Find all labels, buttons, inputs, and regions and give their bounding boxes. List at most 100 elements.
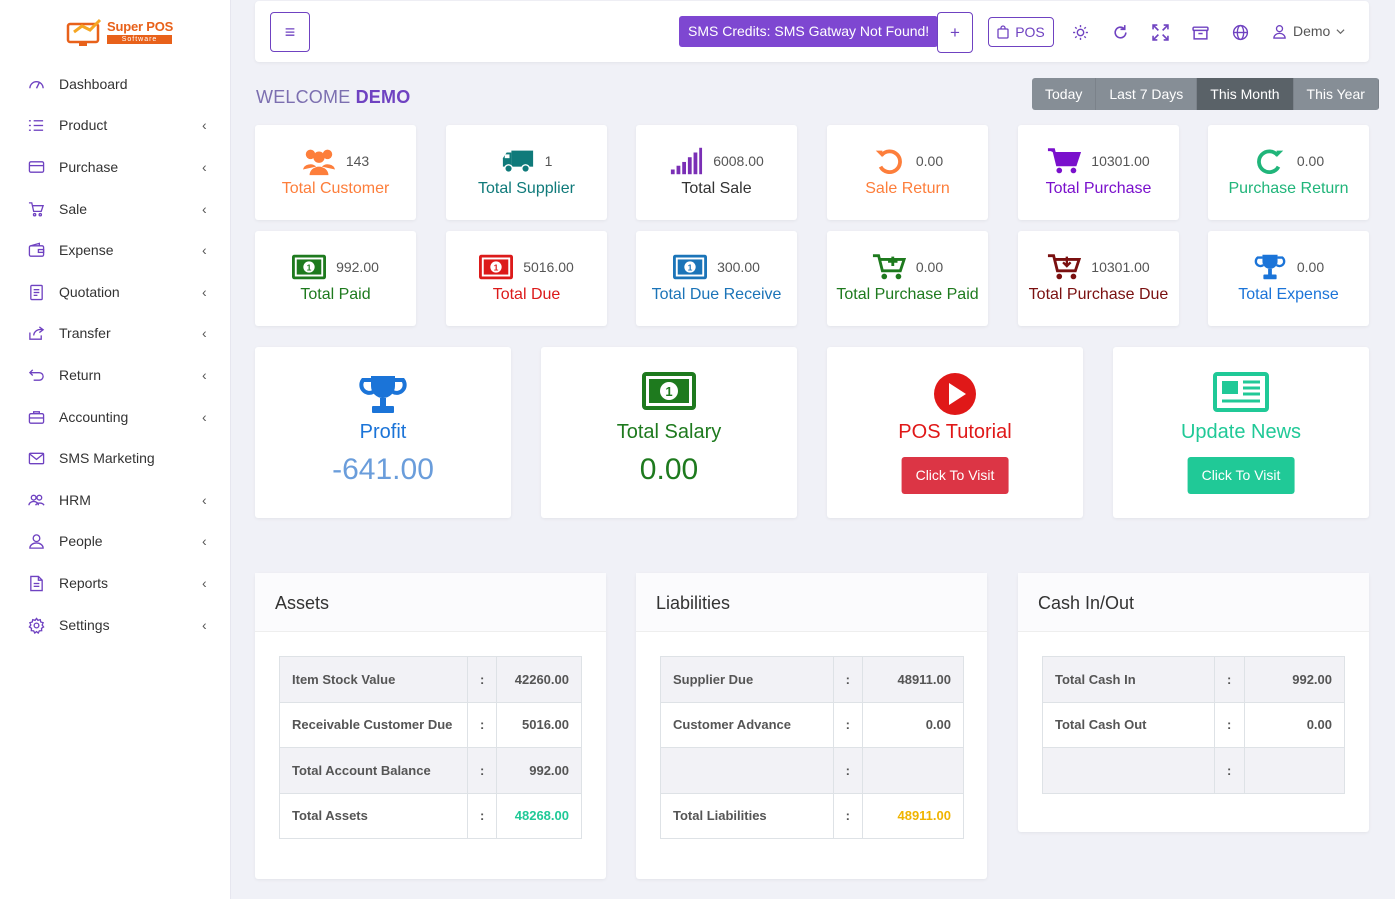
sidebar-item-dashboard[interactable]: Dashboard xyxy=(0,63,231,105)
cash-panel: Cash In/Out Total Cash In:992.00 Total Ca… xyxy=(1018,573,1369,832)
briefcase-icon xyxy=(28,410,45,424)
menu-toggle-button[interactable]: ≡ xyxy=(270,12,310,52)
sidebar-item-product[interactable]: Product ‹ xyxy=(0,105,231,147)
range-today-button[interactable]: Today xyxy=(1032,78,1097,110)
assets-title: Assets xyxy=(255,573,606,632)
sidebar-item-label: Accounting xyxy=(59,408,129,425)
liabilities-panel: Liabilities Supplier Due:48911.00 Custome… xyxy=(636,573,987,879)
logo-brand: Super POS xyxy=(107,19,174,34)
sidebar-item-label: Transfer xyxy=(59,325,111,342)
sidebar-item-sms-marketing[interactable]: SMS Marketing xyxy=(0,437,231,479)
dashboard-icon xyxy=(29,80,44,89)
share-icon xyxy=(29,326,45,341)
list-icon xyxy=(28,120,44,132)
news-visit-button[interactable]: Click To Visit xyxy=(1187,457,1295,494)
row-separator: : xyxy=(832,792,863,839)
table-row: : xyxy=(1042,747,1346,794)
svg-text:1: 1 xyxy=(665,384,672,399)
stat-value: 992.00 xyxy=(336,259,379,275)
sidebar-item-expense[interactable]: Expense ‹ xyxy=(0,229,231,271)
cart-plus-icon xyxy=(872,252,906,282)
row-label: Receivable Customer Due xyxy=(278,701,469,748)
table-row: Customer Advance:0.00 xyxy=(660,701,965,748)
row-label: Supplier Due xyxy=(660,656,834,703)
row-separator: : xyxy=(467,656,498,703)
stat-card-sale-return: 0.00 Sale Return xyxy=(827,125,988,220)
row-separator: : xyxy=(832,656,863,703)
chevron-left-icon: ‹ xyxy=(202,325,207,342)
sidebar-item-return[interactable]: Return ‹ xyxy=(0,354,231,396)
sidebar-item-settings[interactable]: Settings ‹ xyxy=(0,604,231,646)
stat-card-total-purchase-paid: 0.00 Total Purchase Paid xyxy=(827,231,988,326)
sidebar-item-label: Purchase xyxy=(59,158,119,175)
stat-card-total-purchase: 10301.00 Total Purchase xyxy=(1018,125,1179,220)
chevron-left-icon: ‹ xyxy=(202,616,207,633)
chevron-left-icon: ‹ xyxy=(202,242,207,259)
stat-value: 0.00 xyxy=(1296,153,1325,169)
stat-card-total-sale: 6008.00 Total Sale xyxy=(636,125,797,220)
salary-card: 1 Total Salary 0.00 xyxy=(541,347,797,518)
range-this-month-button[interactable]: This Month xyxy=(1197,78,1294,110)
table-row: Receivable Customer Due:5016.00 xyxy=(278,701,582,748)
sidebar-item-hrm[interactable]: HRM ‹ xyxy=(0,479,231,521)
sidebar-item-label: Return xyxy=(59,366,102,383)
user-icon xyxy=(29,534,44,550)
svg-text:1: 1 xyxy=(494,262,499,272)
stat-label: Purchase Return xyxy=(1228,180,1349,197)
sidebar-item-purchase[interactable]: Purchase ‹ xyxy=(0,146,231,188)
archive-icon[interactable] xyxy=(1192,24,1209,41)
signal-bars-icon xyxy=(669,146,703,176)
welcome-prefix: WELCOME xyxy=(256,87,356,107)
sms-credits-button[interactable]: SMS Credits: SMS Gatway Not Found! xyxy=(679,16,939,47)
range-this-year-button[interactable]: This Year xyxy=(1293,78,1379,110)
range-last-7-days-button[interactable]: Last 7 Days xyxy=(1096,78,1198,110)
fullscreen-icon[interactable] xyxy=(1152,24,1169,41)
user-menu[interactable]: Demo xyxy=(1272,23,1345,39)
table-row: Total Liabilities:48911.00 xyxy=(660,792,965,839)
row-value: 48911.00 xyxy=(861,656,965,703)
tutorial-visit-button[interactable]: Click To Visit xyxy=(901,457,1009,494)
stat-label: Total Expense xyxy=(1238,286,1339,303)
users-icon xyxy=(28,494,45,506)
table-row: Total Cash Out:0.00 xyxy=(1042,701,1346,748)
news-title: Update News xyxy=(1180,421,1302,443)
sun-icon[interactable] xyxy=(1072,24,1089,41)
stat-label: Total Customer xyxy=(281,180,390,197)
row-label: Customer Advance xyxy=(660,701,834,748)
salary-title: Total Salary xyxy=(616,421,722,443)
sidebar: Super POS Software Dashboard Product ‹ Purc… xyxy=(0,0,231,899)
money-icon: 1 xyxy=(292,252,327,282)
refresh-icon[interactable] xyxy=(1112,24,1129,41)
sidebar-item-transfer[interactable]: Transfer ‹ xyxy=(0,313,231,355)
sidebar-item-reports[interactable]: Reports ‹ xyxy=(0,562,231,604)
logo[interactable]: Super POS Software xyxy=(66,16,176,48)
row-separator: : xyxy=(1213,701,1245,748)
sidebar-item-quotation[interactable]: Quotation ‹ xyxy=(0,271,231,313)
sidebar-item-sale[interactable]: Sale ‹ xyxy=(0,188,231,230)
chevron-left-icon: ‹ xyxy=(202,158,207,175)
stat-value: 0.00 xyxy=(1296,259,1325,275)
sidebar-item-accounting[interactable]: Accounting ‹ xyxy=(0,396,231,438)
stat-label: Total Purchase Paid xyxy=(836,286,979,303)
row-label xyxy=(660,747,834,794)
table-row: Item Stock Value:42260.00 xyxy=(278,656,582,703)
row-value xyxy=(1243,747,1346,794)
stat-label: Total Due xyxy=(492,286,561,303)
sidebar-item-label: Sale xyxy=(59,200,88,217)
salary-value: 0.00 xyxy=(639,453,699,486)
add-button[interactable]: + xyxy=(937,12,973,53)
chevron-left-icon: ‹ xyxy=(202,574,207,591)
globe-icon[interactable] xyxy=(1232,24,1249,41)
sidebar-item-people[interactable]: People ‹ xyxy=(0,521,231,563)
stat-card-total-expense: 0.00 Total Expense xyxy=(1208,231,1369,326)
stat-label: Total Sale xyxy=(681,180,752,197)
pos-button[interactable]: POS xyxy=(988,17,1054,47)
stat-card-total-due: 1 5016.00 Total Due xyxy=(446,231,607,326)
wallet-icon xyxy=(28,242,45,257)
chevron-down-icon xyxy=(1336,28,1345,34)
table-row: Supplier Due:48911.00 xyxy=(660,656,965,703)
trophy-icon xyxy=(359,376,407,413)
stat-value: 10301.00 xyxy=(1091,259,1150,275)
cash-title: Cash In/Out xyxy=(1018,573,1369,632)
row-value: 48268.00 xyxy=(496,792,582,839)
